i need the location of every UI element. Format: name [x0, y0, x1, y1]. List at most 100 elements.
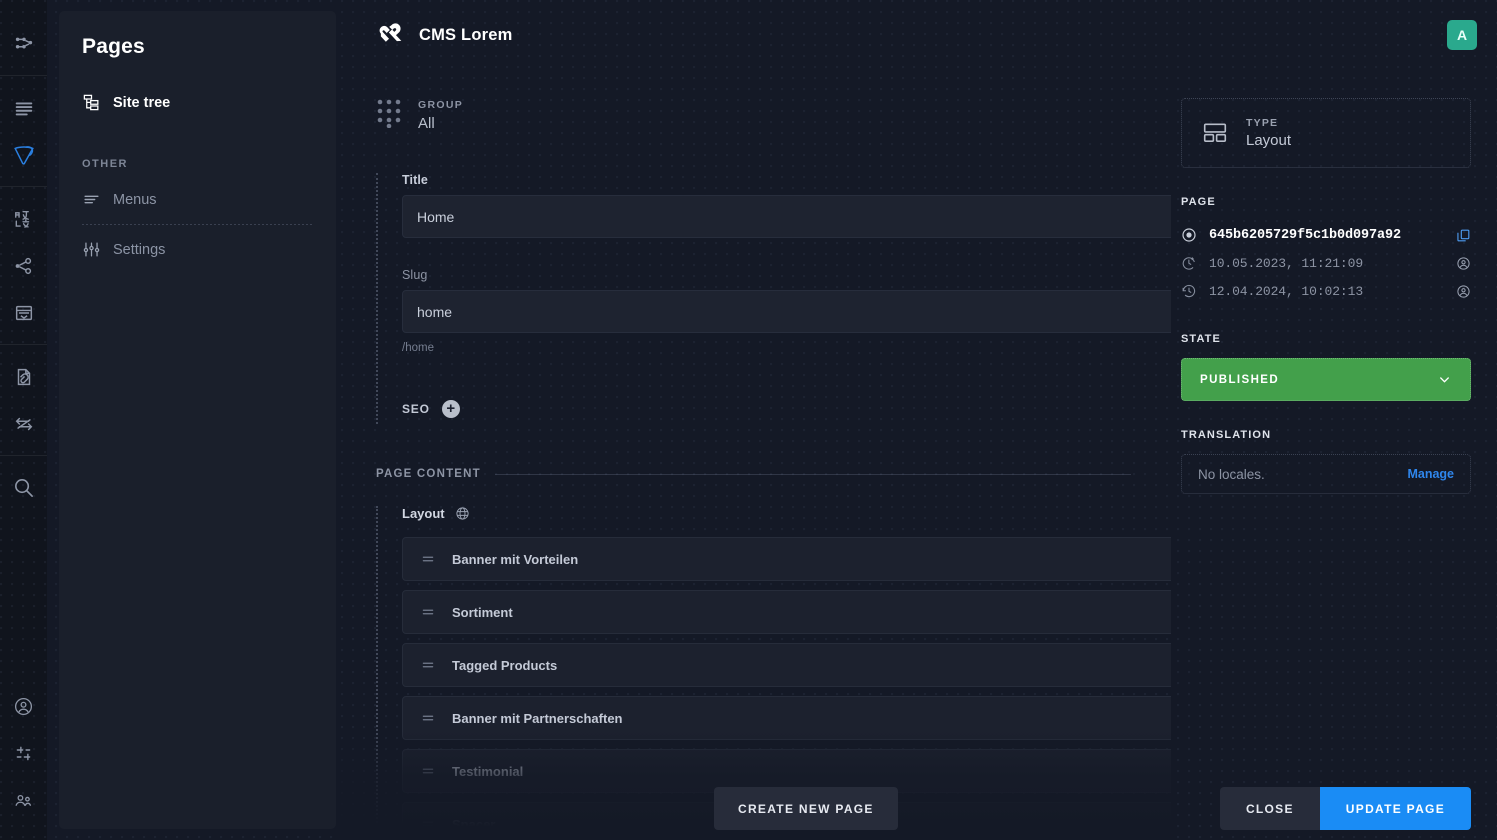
sidebar-item-label: Site tree [113, 95, 170, 111]
page-title: Pages [79, 35, 316, 59]
typo3-logo-icon[interactable] [1, 131, 47, 178]
content-item-label: Sortiment [452, 605, 513, 620]
type-card: TYPE Layout [1181, 98, 1471, 168]
sliders-icon[interactable] [0, 730, 46, 777]
editor-column: GROUP All Title Slug /home SEO + [336, 70, 1171, 840]
sidebar-item-site-tree[interactable]: Site tree [79, 85, 316, 120]
type-value: Layout [1246, 132, 1291, 149]
drag-handle-icon[interactable] [421, 711, 435, 725]
drag-handle-icon[interactable] [421, 552, 435, 566]
page-content-label: PAGE CONTENT [376, 468, 481, 480]
translation-box: No locales. Manage [1181, 454, 1471, 494]
drag-handle-icon[interactable] [421, 764, 435, 778]
content-item-row[interactable]: Sortiment [402, 590, 1171, 634]
content-item-label: Testimonial [452, 764, 523, 779]
brand-name: CMS Lorem [419, 26, 512, 45]
content-item-row[interactable]: Banner mit Partnerschaften [402, 696, 1171, 740]
group-row: GROUP All [376, 98, 1131, 133]
rail-divider [0, 186, 47, 187]
group-value: All [418, 115, 463, 132]
group-label: GROUP [418, 99, 463, 111]
section-rule [495, 474, 1131, 475]
archive-icon[interactable] [1, 289, 47, 336]
copy-icon[interactable] [1456, 228, 1471, 243]
state-label: STATE [1181, 333, 1471, 345]
slug-hint: /home [402, 342, 1131, 354]
sitemap-icon [82, 93, 101, 112]
layout-header: Layout [402, 506, 1131, 521]
page-id-value: 645b6205729f5c1b0d097a92 [1209, 228, 1444, 243]
sidebar-divider [82, 224, 313, 225]
created-value: 10.05.2023, 11:21:09 [1209, 256, 1444, 271]
status-badge[interactable]: PUBLISHED [1181, 358, 1471, 401]
nodes-icon[interactable] [1, 20, 47, 67]
pages-sidebar: Pages Site tree OTHER Menus [59, 11, 336, 829]
content-item-label: Banner mit Vorteilen [452, 552, 578, 567]
clock-plus-icon [1181, 255, 1197, 271]
chevron-down-icon [1437, 372, 1452, 387]
sidebar-item-menus[interactable]: Menus [79, 182, 316, 217]
share-nodes-icon[interactable] [1, 242, 47, 289]
layout-label: Layout [402, 506, 445, 521]
search-icon[interactable] [1, 464, 47, 511]
sidebar-item-label: Menus [113, 192, 157, 208]
content-item-label: Tagged Products [452, 658, 557, 673]
created-row: 10.05.2023, 11:21:09 [1181, 249, 1471, 277]
brand: CMS Lorem [376, 18, 512, 53]
rail-divider [0, 455, 47, 456]
footer-actions: CLOSE UPDATE PAGE [1220, 787, 1471, 830]
avatar[interactable]: A [1447, 20, 1477, 50]
page-id-row: 645b6205729f5c1b0d097a92 [1181, 221, 1471, 249]
translation-label: TRANSLATION [1181, 429, 1471, 441]
user-circle-icon[interactable] [0, 683, 46, 730]
manage-link[interactable]: Manage [1407, 467, 1454, 481]
drag-handle-icon[interactable] [421, 605, 435, 619]
top-bar: CMS Lorem A [336, 0, 1497, 70]
sidebar-item-label: Settings [113, 242, 165, 258]
seo-label: SEO [402, 402, 430, 416]
create-new-page-button[interactable]: CREATE NEW PAGE [714, 787, 898, 830]
title-field-label: Title [402, 173, 1131, 187]
globe-icon[interactable] [455, 506, 470, 521]
dots-grid-icon [376, 98, 402, 133]
translate-icon[interactable] [1, 195, 47, 242]
type-label: TYPE [1246, 117, 1291, 129]
modified-row: 12.04.2024, 10:02:13 [1181, 277, 1471, 305]
file-link-icon[interactable] [1, 353, 47, 400]
drag-handle-icon[interactable] [421, 658, 435, 672]
sidebar-item-settings[interactable]: Settings [79, 232, 316, 267]
title-input[interactable] [402, 195, 1171, 238]
close-button[interactable]: CLOSE [1220, 787, 1320, 830]
layout-icon [1202, 120, 1228, 146]
translation-block: TRANSLATION No locales. Manage [1181, 429, 1471, 494]
main-fields-block: Title Slug /home SEO + [376, 173, 1131, 424]
menu-lines-icon [82, 190, 101, 209]
cms-logo-icon [376, 18, 406, 53]
inspector-panel: TYPE Layout PAGE 645b6205729f5c1b0d097a9… [1171, 70, 1471, 840]
slug-input[interactable] [402, 290, 1171, 333]
users-group-icon[interactable] [0, 777, 46, 824]
plus-circle-icon[interactable]: + [442, 400, 460, 418]
app-root: Pages Site tree OTHER Menus [0, 0, 1497, 840]
state-block: STATE PUBLISHED [1181, 333, 1471, 401]
user-circle-icon[interactable] [1456, 284, 1471, 299]
list-icon[interactable] [1, 84, 47, 131]
state-value: PUBLISHED [1200, 374, 1279, 386]
rail-bottom-group [0, 683, 47, 824]
rail-divider [0, 344, 47, 345]
redirect-icon[interactable] [1, 400, 47, 447]
page-content-section-header: PAGE CONTENT [376, 468, 1131, 480]
content-item-label: Spacer [452, 817, 495, 832]
body-area: GROUP All Title Slug /home SEO + [336, 70, 1497, 840]
sidebar-section-other: OTHER [82, 158, 316, 170]
drag-handle-icon[interactable] [421, 817, 435, 831]
slug-field-label: Slug [402, 268, 1131, 282]
rail-divider [0, 75, 47, 76]
sliders-icon [82, 240, 101, 259]
update-page-button[interactable]: UPDATE PAGE [1320, 787, 1471, 830]
content-item-row[interactable]: Banner mit Vorteilen [402, 537, 1171, 581]
user-circle-icon[interactable] [1456, 256, 1471, 271]
icon-rail [0, 0, 47, 840]
main-region: CMS Lorem A GROUP [336, 0, 1497, 840]
content-item-row[interactable]: Tagged Products [402, 643, 1171, 687]
